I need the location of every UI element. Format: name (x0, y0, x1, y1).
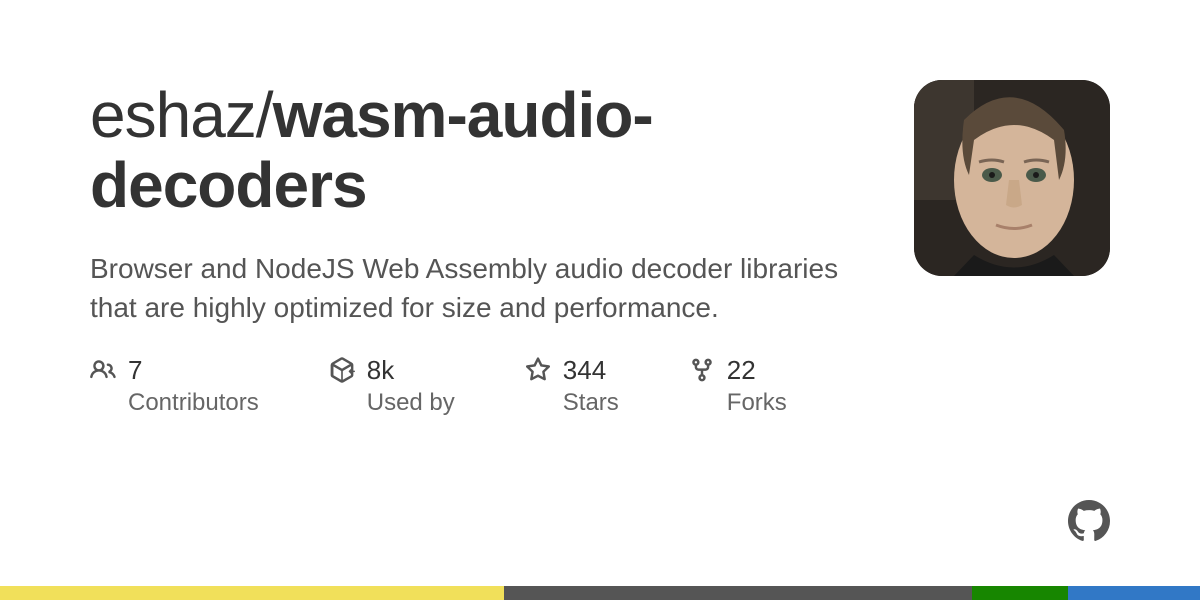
repo-card: eshaz/wasm-audio-decoders Browser and No… (0, 0, 1200, 420)
stat-stars[interactable]: 344 Stars (525, 355, 619, 420)
usedby-label: Used by (367, 386, 455, 420)
avatar-placeholder-icon (914, 80, 1110, 276)
github-logo-icon[interactable] (1068, 500, 1110, 542)
package-dependents-icon (329, 357, 355, 383)
language-segment (0, 586, 504, 600)
stat-forks[interactable]: 22 Forks (689, 355, 787, 420)
star-icon (525, 357, 551, 383)
language-bar (0, 586, 1200, 600)
fork-icon (689, 357, 715, 383)
stars-value: 344 (563, 355, 619, 386)
stars-label: Stars (563, 386, 619, 420)
language-segment (504, 586, 972, 600)
stat-contributors[interactable]: 7 Contributors (90, 355, 259, 420)
language-segment (972, 586, 1068, 600)
repo-content: eshaz/wasm-audio-decoders Browser and No… (90, 80, 850, 420)
usedby-value: 8k (367, 355, 455, 386)
forks-label: Forks (727, 386, 787, 420)
people-icon (90, 357, 116, 383)
contributors-value: 7 (128, 355, 259, 386)
owner-avatar[interactable] (914, 80, 1110, 276)
repo-description: Browser and NodeJS Web Assembly audio de… (90, 249, 850, 327)
language-segment (1068, 586, 1200, 600)
repo-title[interactable]: eshaz/wasm-audio-decoders (90, 80, 850, 221)
stat-usedby[interactable]: 8k Used by (329, 355, 455, 420)
contributors-label: Contributors (128, 386, 259, 420)
forks-value: 22 (727, 355, 787, 386)
repo-stats: 7 Contributors 8k Used by 344 Stars (90, 355, 850, 420)
repo-owner[interactable]: eshaz (90, 79, 256, 151)
